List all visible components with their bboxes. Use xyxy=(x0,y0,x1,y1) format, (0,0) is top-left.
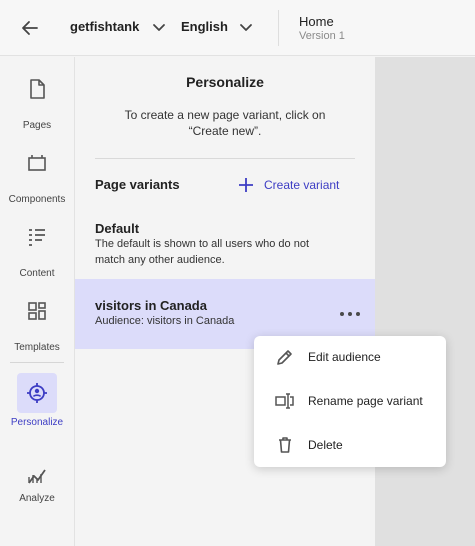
nav-item-components[interactable]: Components xyxy=(0,141,74,211)
menu-item-label: Rename page variant xyxy=(308,394,423,408)
content-icon xyxy=(17,217,57,257)
plus-icon xyxy=(239,178,253,192)
menu-item-label: Delete xyxy=(308,438,343,452)
nav-label: Content xyxy=(19,268,55,279)
panel-title: Personalize xyxy=(186,74,264,90)
trash-icon xyxy=(274,434,296,456)
page-version: Version 1 xyxy=(299,30,345,42)
templates-icon xyxy=(17,291,57,331)
variant-description: Audience: visitors in Canada xyxy=(95,315,235,327)
nav-label: Templates xyxy=(14,342,60,353)
divider xyxy=(95,158,355,159)
page-name: Home xyxy=(299,14,334,29)
page-variants-heading: Page variants xyxy=(95,177,180,192)
language-selector[interactable]: English xyxy=(181,19,228,34)
variant-context-menu: Edit audience Rename page variant Delete xyxy=(254,336,446,467)
menu-item-edit-audience[interactable]: Edit audience xyxy=(254,337,446,377)
components-icon xyxy=(17,143,57,183)
nav-item-pages[interactable]: Pages xyxy=(0,67,74,137)
analyze-icon xyxy=(17,455,57,495)
nav-item-analyze[interactable]: Analyze xyxy=(0,455,74,525)
site-selector[interactable]: getfishtank xyxy=(70,19,139,34)
nav-label: Components xyxy=(8,194,66,205)
nav-item-templates[interactable]: Templates xyxy=(0,289,74,359)
nav-item-personalize[interactable]: Personalize xyxy=(0,373,74,443)
divider xyxy=(10,362,64,363)
left-nav: Pages Components Content Templates Perso… xyxy=(0,57,75,546)
top-bar: getfishtank English Home Version 1 xyxy=(0,0,475,56)
page-canvas xyxy=(375,57,475,546)
chevron-down-icon[interactable] xyxy=(237,18,255,36)
nav-label: Personalize xyxy=(10,417,64,428)
menu-item-delete[interactable]: Delete xyxy=(254,425,446,465)
pencil-icon xyxy=(274,346,296,368)
divider xyxy=(278,10,279,46)
menu-item-label: Edit audience xyxy=(308,350,381,364)
back-button[interactable] xyxy=(16,14,44,42)
nav-label: Analyze xyxy=(19,493,55,504)
variant-name: visitors in Canada xyxy=(95,298,207,313)
page-icon xyxy=(17,69,57,109)
create-variant-label: Create variant xyxy=(264,178,340,192)
more-options-icon[interactable] xyxy=(340,306,360,322)
arrow-left-icon xyxy=(22,21,38,35)
personalize-icon xyxy=(17,373,57,413)
menu-item-rename-page-variant[interactable]: Rename page variant xyxy=(254,381,446,421)
chevron-down-icon[interactable] xyxy=(150,18,168,36)
variant-description: The default is shown to all users who do… xyxy=(95,238,310,266)
create-variant-button[interactable]: Create variant xyxy=(238,174,339,196)
variant-item-default[interactable]: Default The default is shown to all user… xyxy=(75,219,375,279)
personalize-panel: Personalize To create a new page variant… xyxy=(75,57,375,546)
nav-label: Pages xyxy=(22,120,52,131)
variant-name: Default xyxy=(95,221,140,236)
rename-icon xyxy=(274,390,296,412)
nav-item-content[interactable]: Content xyxy=(0,215,74,285)
panel-hint: To create a new page variant, click on “… xyxy=(124,108,326,138)
